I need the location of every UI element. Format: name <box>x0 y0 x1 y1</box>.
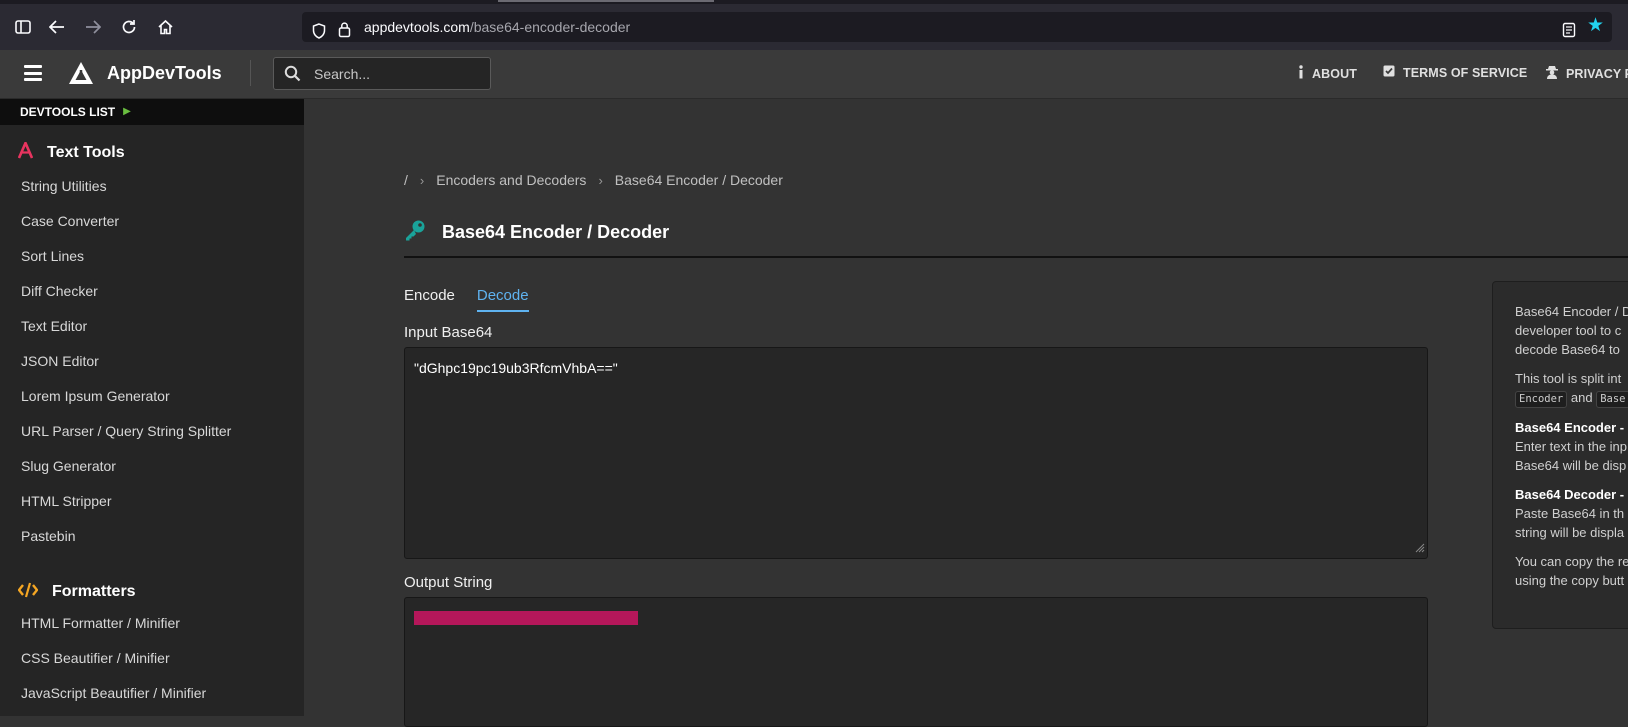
tab-decode[interactable]: Decode <box>476 287 529 312</box>
menu-icon[interactable] <box>24 65 42 81</box>
home-icon[interactable] <box>154 16 176 38</box>
info-line: You can copy the re <box>1515 554 1628 569</box>
info-and: and <box>1570 390 1593 405</box>
browser-toolbar: appdevtools.com/base64-encoder-decoder ★ <box>0 0 1628 50</box>
title-divider <box>404 256 1628 258</box>
address-bar[interactable]: appdevtools.com/base64-encoder-decoder ★ <box>302 12 1612 42</box>
lock-icon[interactable] <box>338 18 351 48</box>
reload-icon[interactable] <box>118 16 140 38</box>
reader-view-icon[interactable] <box>1562 18 1576 48</box>
sidebar-item-sort-lines[interactable]: Sort Lines <box>0 245 304 280</box>
output-label: Output String <box>404 574 493 591</box>
app-header: AppDevTools ABOUT TERMS OF SERVICE PRIVA… <box>0 50 1628 99</box>
breadcrumb-root[interactable]: / <box>404 172 408 188</box>
sidebar-item-slug-generator[interactable]: Slug Generator <box>0 455 304 490</box>
chevron-right-icon: › <box>419 172 425 188</box>
sidebar-item-css-beautifier[interactable]: CSS Beautifier / Minifier <box>0 647 304 682</box>
bookmark-star-icon[interactable]: ★ <box>1587 16 1604 36</box>
input-label: Input Base64 <box>404 324 493 341</box>
about-label: ABOUT <box>1312 66 1357 81</box>
info-icon <box>1298 65 1304 82</box>
privacy-label: PRIVACY P <box>1566 66 1628 81</box>
text-a-icon <box>17 139 34 164</box>
back-icon[interactable] <box>46 16 68 38</box>
caret-right-icon: ▶ <box>123 106 131 117</box>
section-title-label: Text Tools <box>47 144 125 161</box>
info-line: Paste Base64 in th <box>1515 506 1625 521</box>
tracking-shield-icon[interactable] <box>312 19 326 49</box>
code-chip-encoder: Encoder <box>1515 391 1568 408</box>
info-line: decode Base64 to <box>1515 342 1620 357</box>
active-tab-indicator <box>498 0 714 2</box>
terms-label: TERMS OF SERVICE <box>1403 65 1528 80</box>
sidebar-item-javascript-beautifier[interactable]: JavaScript Beautifier / Minifier <box>0 682 304 716</box>
sidebar-toggle-icon[interactable] <box>12 16 34 38</box>
mode-tabs: Encode Decode <box>404 287 529 312</box>
user-secret-icon <box>1546 65 1558 82</box>
sidebar-item-pastebin[interactable]: Pastebin <box>0 525 304 560</box>
output-string-textarea[interactable] <box>404 597 1428 727</box>
info-line: using the copy butt <box>1515 573 1625 588</box>
section-title-text-tools: Text Tools <box>0 138 304 168</box>
code-icon <box>17 582 39 603</box>
section-title-formatters: Formatters <box>0 577 304 607</box>
checkbox-icon <box>1383 65 1395 80</box>
info-line: Enter text in the inp <box>1515 439 1628 454</box>
sidebar-item-html-stripper[interactable]: HTML Stripper <box>0 490 304 525</box>
header-divider <box>250 60 251 86</box>
breadcrumb: / › Encoders and Decoders › Base64 Encod… <box>404 172 783 188</box>
terms-link[interactable]: TERMS OF SERVICE <box>1383 65 1527 80</box>
page-title: Base64 Encoder / Decoder <box>442 222 670 242</box>
code-chip-base: Base <box>1596 391 1628 408</box>
brand-name[interactable]: AppDevTools <box>107 63 222 84</box>
sidebar-item-json-editor[interactable]: JSON Editor <box>0 350 304 385</box>
search-field[interactable] <box>273 57 491 90</box>
page-title-row: Base64 Encoder / Decoder <box>404 219 669 246</box>
url-text: appdevtools.com/base64-encoder-decoder <box>364 19 631 35</box>
sidebar-item-string-utilities[interactable]: String Utilities <box>0 175 304 210</box>
input-base64-textarea[interactable]: "dGhpc19pc19ub3RfcmVhbA==" <box>404 347 1428 559</box>
decoder-title: Base64 Decoder - <box>1515 487 1625 502</box>
logo-icon[interactable] <box>68 61 94 90</box>
sidebar-item-diff-checker[interactable]: Diff Checker <box>0 280 304 315</box>
forward-icon[interactable] <box>82 16 104 38</box>
sidebar-item-html-formatter[interactable]: HTML Formatter / Minifier <box>0 612 304 647</box>
sidebar-item-lorem-ipsum-generator[interactable]: Lorem Ipsum Generator <box>0 385 304 420</box>
info-line: This tool is split int <box>1515 371 1622 386</box>
devtools-list-label: DEVTOOLS LIST <box>20 105 116 119</box>
tab-encode[interactable]: Encode <box>404 287 455 312</box>
sidebar-item-case-converter[interactable]: Case Converter <box>0 210 304 245</box>
sidebar-item-text-editor[interactable]: Text Editor <box>0 315 304 350</box>
info-line: Base64 will be disp <box>1515 458 1627 473</box>
encoder-title: Base64 Encoder - <box>1515 420 1625 435</box>
search-input[interactable] <box>312 62 482 85</box>
breadcrumb-current: Base64 Encoder / Decoder <box>614 172 783 188</box>
breadcrumb-category[interactable]: Encoders and Decoders <box>436 172 586 188</box>
info-line: developer tool to c <box>1515 323 1622 338</box>
info-line: Base64 Encoder / D <box>1515 304 1628 319</box>
chevron-right-icon: › <box>598 172 603 188</box>
info-line: string will be displa <box>1515 525 1625 540</box>
main-content: / › Encoders and Decoders › Base64 Encod… <box>304 99 1628 727</box>
key-icon <box>404 219 426 246</box>
section-title-label: Formatters <box>52 583 136 600</box>
info-panel: Base64 Encoder / D developer tool to c d… <box>1492 281 1628 629</box>
privacy-link[interactable]: PRIVACY P <box>1546 65 1628 82</box>
search-icon <box>284 65 301 87</box>
resize-handle-icon[interactable] <box>1415 540 1425 556</box>
about-link[interactable]: ABOUT <box>1298 65 1357 82</box>
sidebar-item-url-parser[interactable]: URL Parser / Query String Splitter <box>0 420 304 455</box>
sidebar: DEVTOOLS LIST ▶ Text Tools String Utilit… <box>0 99 304 716</box>
redacted-output <box>414 611 638 625</box>
devtools-list-toggle[interactable]: DEVTOOLS LIST ▶ <box>0 99 304 125</box>
input-value: "dGhpc19pc19ub3RfcmVhbA==" <box>414 360 618 376</box>
